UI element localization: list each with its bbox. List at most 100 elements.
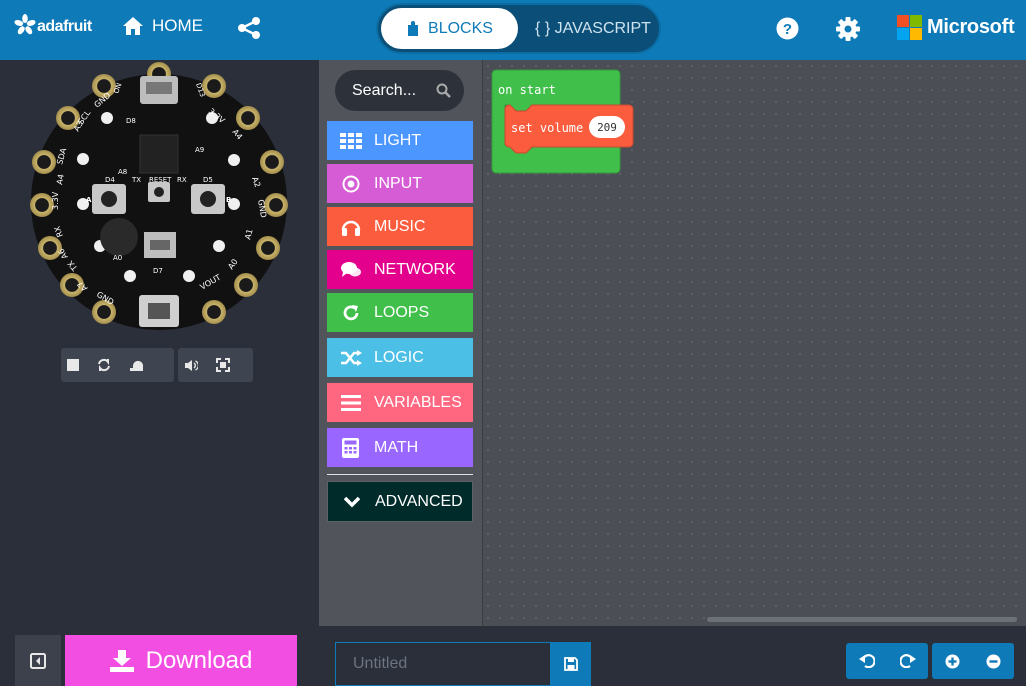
svg-text:A9: A9 [195,146,204,154]
category-light[interactable]: LIGHT [327,121,473,160]
chevron-down-icon [328,496,375,508]
editor-toggle: BLOCKS { } JAVASCRIPT [376,3,661,54]
svg-text:3.3V: 3.3V [51,191,60,210]
simulator-view-controls [178,348,253,382]
blocks-label: BLOCKS [428,19,493,37]
help-icon: ? [776,17,799,40]
redo-button[interactable] [899,654,916,668]
category-label: INPUT [374,174,422,192]
fullscreen-button[interactable] [216,358,230,372]
simulator-panel: ON D13 D8 A9 A8 D4 TX RESET RX D5 A0 D7 … [0,60,319,626]
restart-button[interactable] [97,358,111,372]
category-loops[interactable]: LOOPS [327,293,473,332]
category-advanced[interactable]: ADVANCED [327,481,473,522]
svg-text:A8: A8 [118,168,127,176]
gear-icon [836,17,860,41]
category-input[interactable]: INPUT [327,164,473,203]
calculator-icon [327,437,374,458]
refresh-icon [327,304,374,322]
category-variables[interactable]: VARIABLES [327,383,473,422]
category-network[interactable]: NETWORK [327,250,473,289]
circuit-playground-board[interactable]: ON D13 D8 A9 A8 D4 TX RESET RX D5 A0 D7 … [0,60,319,340]
mute-button[interactable] [184,359,198,372]
settings-button[interactable] [836,17,860,46]
search-icon [436,83,451,98]
adafruit-flower-icon [14,14,36,35]
svg-text:D5: D5 [203,176,213,184]
svg-text:RESET: RESET [149,176,172,184]
category-label: MATH [374,438,419,456]
redo-icon [899,654,916,668]
footer: Download [0,626,1026,686]
home-button[interactable]: HOME [122,16,203,36]
microsoft-squares-icon [897,15,922,40]
category-label: LOGIC [374,348,424,366]
stop-button[interactable] [67,359,79,371]
plus-circle-icon [945,654,960,668]
grid-icon [327,132,374,149]
restart-icon [98,358,110,372]
svg-text:D4: D4 [105,176,115,184]
toolbox-search[interactable]: Search... [335,70,464,111]
svg-text:A4: A4 [55,173,66,185]
stop-icon [67,359,79,371]
category-math[interactable]: MATH [327,428,473,467]
download-icon [109,649,134,672]
undo-icon [858,654,875,668]
category-logic[interactable]: LOGIC [327,338,473,377]
blocks-workspace[interactable]: on start set volume 209 [482,60,1026,626]
microsoft-logo[interactable]: Microsoft [897,15,1015,40]
category-label: LOOPS [374,303,430,321]
svg-text:TX: TX [131,176,141,184]
headphones-icon [327,218,374,236]
undo-button[interactable] [858,654,875,668]
category-label: MUSIC [374,217,426,235]
home-label: HOME [152,16,203,35]
svg-text:?: ? [783,21,792,38]
zoom-group [932,643,1014,679]
download-button[interactable]: Download [65,635,297,686]
simulator-controls [61,348,253,382]
slow-mo-button[interactable] [129,359,144,372]
svg-text:B: B [226,196,231,204]
share-button[interactable] [236,16,262,45]
zoom-out-button[interactable] [986,654,1001,669]
chat-icon [327,261,374,279]
brand-name: adafruit [37,18,92,35]
zoom-in-button[interactable] [945,654,960,669]
set-volume-label: set volume [511,121,584,135]
category-music[interactable]: MUSIC [327,207,473,246]
microsoft-label: Microsoft [927,16,1015,38]
volume-value-input[interactable]: 209 [589,121,625,134]
home-icon [123,17,143,35]
project-name-input[interactable] [335,642,551,686]
svg-text:A0: A0 [113,254,122,262]
download-label: Download [145,646,253,674]
search-placeholder: Search... [352,81,417,99]
save-button[interactable] [550,642,591,686]
list-icon [327,394,374,411]
adafruit-logo[interactable]: adafruit [14,14,92,36]
on-start-label: on start [498,83,556,97]
fullscreen-icon [216,358,230,372]
javascript-label: { } JAVASCRIPT [535,19,651,37]
javascript-tab[interactable]: { } JAVASCRIPT [528,8,658,49]
on-start-block[interactable]: on start set volume 209 [491,69,634,174]
toolbox-divider [327,474,473,475]
collapse-simulator-button[interactable] [15,635,61,686]
svg-text:D8: D8 [126,117,136,125]
workspace-divider [482,60,483,626]
share-icon [238,17,260,39]
shuffle-icon [327,349,374,366]
help-button[interactable]: ? [776,17,799,45]
undo-redo-group [846,643,928,679]
category-label: NETWORK [374,260,456,278]
microcontroller-chip [139,134,179,174]
snail-icon [130,360,144,371]
workspace-horizontal-scrollbar[interactable] [707,617,1017,622]
puzzle-icon [408,20,419,36]
toolbox: Search... LIGHT INPUT MUSIC NETWORK LOOP… [319,60,482,626]
svg-text:D7: D7 [153,267,163,275]
blocks-tab[interactable]: BLOCKS [381,8,518,49]
collapse-icon [30,652,46,669]
